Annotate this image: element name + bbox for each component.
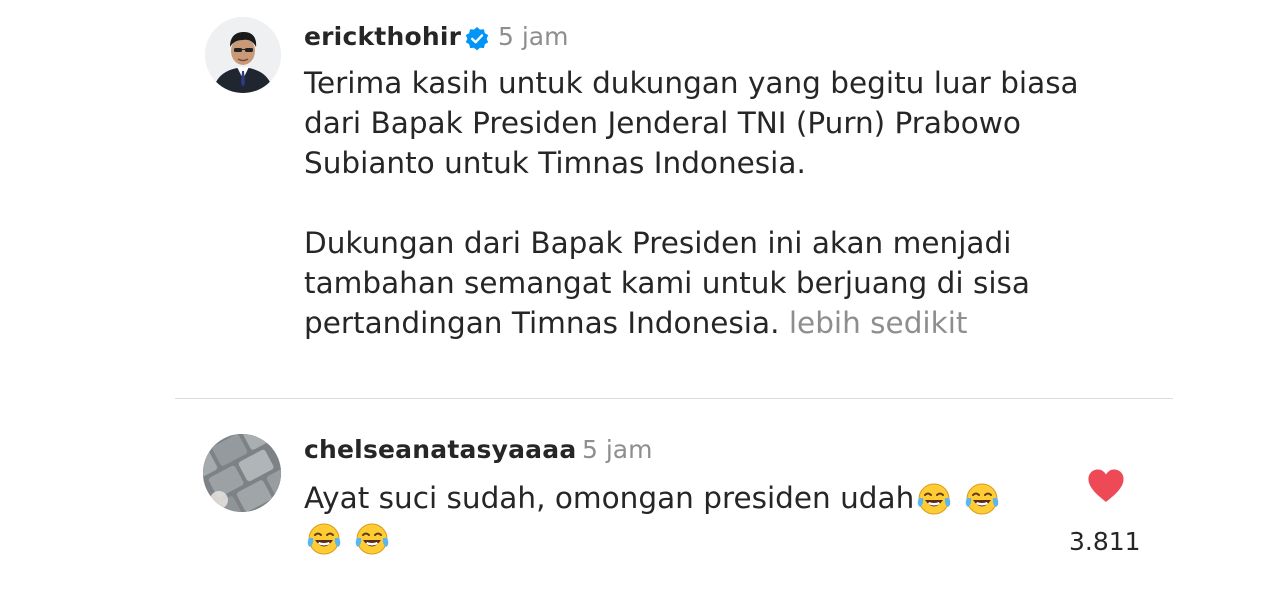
post-caption: Terima kasih untuk dukungan yang begitu … — [304, 63, 1124, 343]
post-username[interactable]: erickthohir — [304, 22, 461, 51]
caption-paragraph-2: Dukungan dari Bapak Presiden ini akan me… — [304, 223, 1124, 343]
post-timestamp: 5 jam — [498, 22, 569, 51]
reply-text: Ayat suci sudah, omongan presiden udah — [304, 478, 1044, 558]
post-author-avatar-image — [205, 17, 281, 93]
comment-divider — [175, 398, 1173, 399]
show-less-link[interactable]: lebih sedikit — [789, 306, 968, 340]
caption-paragraph-1: Terima kasih untuk dukungan yang begitu … — [304, 66, 1079, 180]
reply-username[interactable]: chelseanatasyaaaa — [304, 435, 576, 464]
face-with-tears-of-joy-icon — [966, 483, 999, 515]
reply-author-avatar[interactable] — [203, 434, 281, 512]
like-count: 3.811 — [1069, 527, 1141, 556]
face-with-tears-of-joy-icon — [918, 483, 951, 515]
reply-timestamp: 5 jam — [582, 435, 653, 464]
face-with-tears-of-joy-icon — [355, 523, 389, 555]
verified-badge-icon — [465, 27, 489, 51]
face-with-tears-of-joy-icon — [307, 523, 341, 555]
heart-icon[interactable] — [1086, 468, 1126, 504]
reply-author-avatar-image — [203, 434, 281, 512]
reply-text-content: Ayat suci sudah, omongan presiden udah — [304, 481, 915, 515]
post-author-avatar[interactable] — [205, 17, 281, 93]
